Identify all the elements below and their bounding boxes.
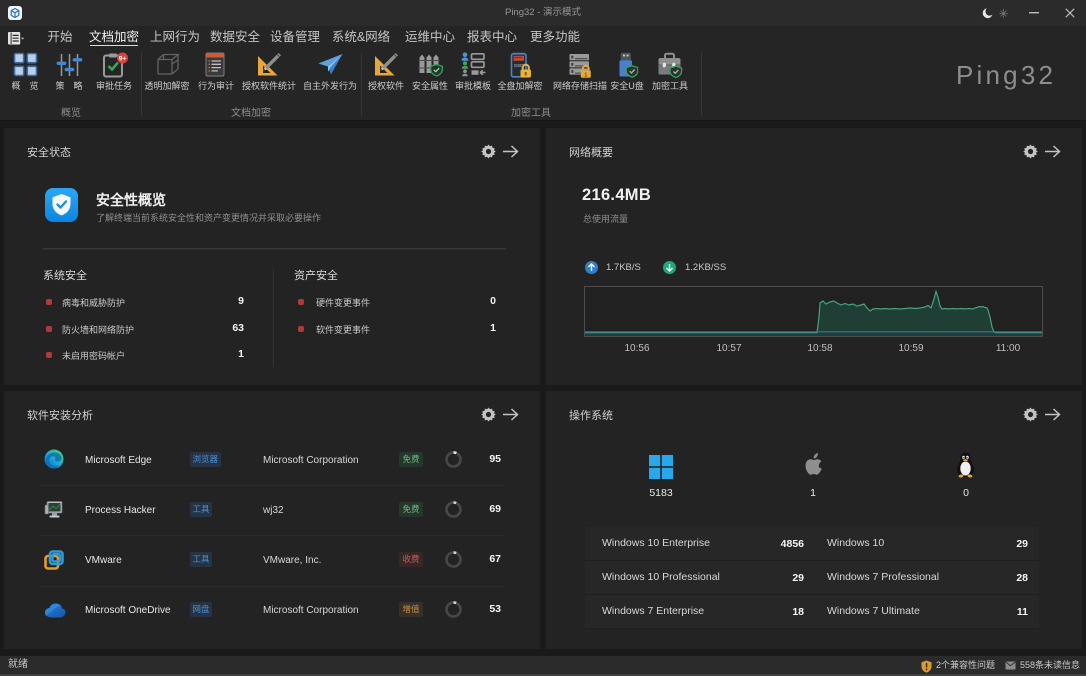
svg-text:1: 1: [584, 72, 587, 78]
svg-text:9+: 9+: [119, 55, 127, 62]
